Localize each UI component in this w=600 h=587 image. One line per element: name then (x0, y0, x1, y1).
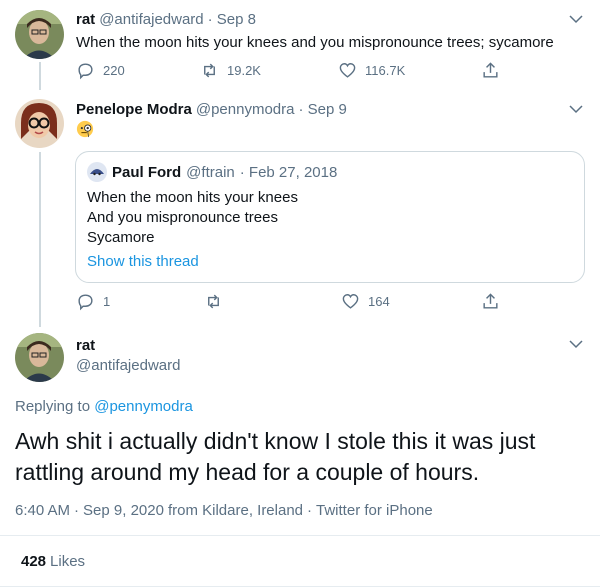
tweet2-header: Penelope Modra @pennymodra · Sep 9 (76, 101, 347, 118)
tweet-emoji: 🧐 (76, 120, 94, 143)
more-menu-button[interactable] (567, 335, 585, 358)
tweet-meta: 6:40 AM · Sep 9, 2020 from Kildare, Irel… (15, 502, 433, 519)
reply-icon (78, 63, 93, 80)
thread-connector (39, 62, 41, 90)
like-button[interactable]: 116.7K (338, 61, 405, 80)
like-count: 116.7K (365, 63, 406, 78)
more-menu-button[interactable] (567, 100, 585, 123)
share-button[interactable] (481, 61, 500, 80)
reply-button[interactable]: 1 (76, 292, 110, 311)
quote-author-handle[interactable]: @ftrain (186, 164, 235, 181)
quote-date[interactable]: · Feb 27, 2018 (240, 164, 338, 181)
avatar-rat[interactable] (15, 333, 64, 382)
heart-icon (339, 63, 356, 78)
share-icon (483, 293, 498, 309)
divider (0, 535, 600, 536)
avatar-image (15, 10, 64, 59)
avatar-image (15, 99, 64, 148)
quote-author-name[interactable]: Paul Ford (112, 164, 181, 181)
retweet-icon (204, 63, 215, 78)
quote-line-2: And you mispronounce trees (87, 209, 278, 226)
tweet-date[interactable]: · Sep 8 (208, 11, 256, 28)
reply-icon (78, 294, 93, 311)
author-handle[interactable]: @antifajedward (99, 11, 203, 28)
tweet-date[interactable]: · Sep 9 (298, 101, 346, 118)
author-name[interactable]: rat (76, 11, 95, 28)
like-count: 164 (368, 294, 390, 309)
likes-stat[interactable]: 428 Likes (21, 553, 85, 570)
main-author-handle[interactable]: @antifajedward (76, 357, 180, 374)
main-author-name[interactable]: rat (76, 337, 95, 354)
tweet-text: When the moon hits your knees and you mi… (76, 34, 554, 51)
author-handle[interactable]: @pennymodra (196, 101, 295, 118)
quote-line-1: When the moon hits your knees (87, 189, 298, 206)
replying-to: Replying to @pennymodra (15, 398, 193, 415)
avatar-image (15, 333, 64, 382)
meta-separator: · (74, 502, 80, 519)
main-tweet-text: Awh shit i actually didn't know I stole … (15, 428, 536, 485)
tweet-location[interactable]: from Kildare, Ireland (168, 502, 303, 519)
author-name[interactable]: Penelope Modra (76, 101, 192, 118)
tweet-date[interactable]: Sep 9, 2020 (83, 502, 164, 519)
thread-connector (39, 152, 41, 327)
quote-tweet-card[interactable]: Paul Ford @ftrain · Feb 27, 2018 When th… (75, 151, 585, 283)
avatar-paul-ford[interactable] (87, 162, 107, 182)
share-button[interactable] (481, 292, 500, 311)
avatar-rat[interactable] (15, 10, 64, 59)
chevron-down-icon (569, 15, 583, 24)
quote-line-3: Sycamore (87, 229, 155, 246)
quote-header: Paul Ford @ftrain · Feb 27, 2018 (87, 162, 337, 182)
like-button[interactable]: 164 (341, 292, 390, 311)
tweet-time[interactable]: 6:40 AM (15, 502, 70, 519)
avatar-penelope[interactable] (15, 99, 64, 148)
retweet-count: 19.2K (227, 63, 261, 78)
meta-separator: · (307, 502, 313, 519)
monocle-face-emoji-icon (76, 120, 94, 138)
chevron-down-icon (569, 340, 583, 349)
retweet-button[interactable]: 19.2K (200, 61, 261, 80)
show-thread-link[interactable]: Show this thread (87, 252, 199, 272)
tweet1-header: rat @antifajedward · Sep 8 (76, 11, 256, 28)
retweet-button[interactable] (204, 292, 223, 311)
reply-count: 220 (103, 63, 125, 78)
replying-to-handle[interactable]: @pennymodra (94, 398, 193, 415)
likes-count: 428 (21, 553, 47, 570)
retweet-icon (208, 294, 219, 309)
tweet-client[interactable]: Twitter for iPhone (316, 502, 433, 519)
heart-icon (342, 294, 359, 309)
share-icon (483, 62, 498, 78)
chevron-down-icon (569, 105, 583, 114)
reply-count: 1 (103, 294, 111, 309)
replying-to-label: Replying to (15, 398, 95, 415)
more-menu-button[interactable] (567, 10, 585, 33)
reply-button[interactable]: 220 (76, 61, 125, 80)
likes-label: Likes (50, 553, 86, 570)
